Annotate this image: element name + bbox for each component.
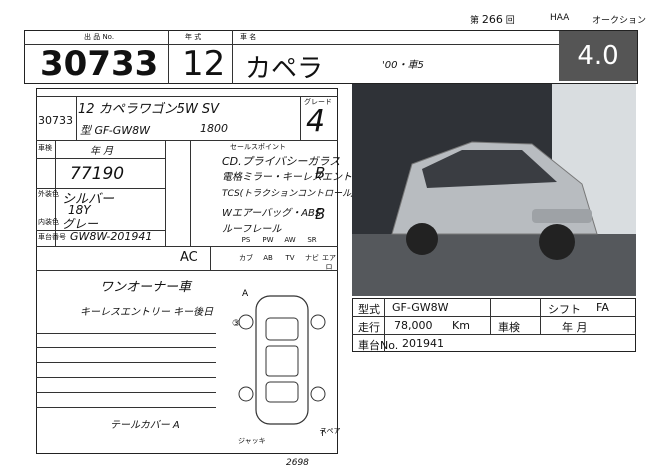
car-photo	[352, 84, 636, 296]
mileage-label: 走行	[358, 321, 380, 334]
sales-point-5: ルーフレール	[222, 224, 282, 235]
sheet-chassis: GW8W-201941	[70, 230, 153, 243]
option-sr: SR	[307, 236, 317, 244]
sales-mark-b2: B	[315, 205, 326, 223]
inspection-label: 車検	[38, 144, 52, 152]
model-year: 12	[182, 44, 226, 84]
tail-cover-note: テールカバー A	[110, 420, 180, 431]
sales-point-2: 電格ミラー・キーレスエントリー	[222, 172, 372, 183]
shift-label: シフト	[548, 303, 581, 316]
option-aw: AW	[284, 236, 296, 244]
sheet-score: 4	[306, 104, 326, 139]
car-name: カペラ	[245, 54, 324, 84]
interior-label: 内装色	[38, 218, 59, 226]
mileage-value: 78,000	[394, 319, 433, 332]
year-label: 年 式	[185, 33, 202, 41]
option-ps: PS	[241, 236, 251, 244]
sheet-displacement: 1800	[200, 122, 228, 135]
lot-number: 30733	[40, 44, 159, 84]
sheet-model-code: 型 GF-GW8W	[80, 124, 150, 137]
header-session: 第 266 回	[470, 13, 515, 26]
chassis-label-table: 車台No.	[358, 339, 399, 352]
mileage-unit: Km	[452, 319, 470, 332]
sheet-model-line: 12 カペラワゴン5W SV	[78, 102, 220, 117]
sheet-lot-number: 30733	[38, 114, 73, 127]
header-auction: オークション	[592, 16, 647, 26]
spare-label: スペア	[320, 427, 341, 435]
header-venue: HAA	[550, 13, 570, 23]
option-navi: ナビ	[305, 254, 319, 262]
auction-grade: 4.0	[559, 31, 637, 81]
option-cab: カブ	[239, 254, 253, 262]
inspection-hand: 年 月	[90, 146, 114, 157]
type-value: GF-GW8W	[392, 301, 449, 314]
shift-value: FA	[596, 301, 609, 314]
sales-mark-b1: B	[315, 164, 326, 182]
svg-text:③: ③	[232, 319, 240, 329]
option-ab: AB	[263, 254, 273, 262]
inspection-value: 年 月	[562, 321, 588, 334]
type-label: 型式	[358, 303, 380, 316]
option-pw: PW	[262, 236, 274, 244]
car-photo-illustration	[352, 84, 636, 296]
svg-text:A: A	[242, 289, 249, 299]
ac-label: AC	[180, 250, 198, 265]
option-tv: TV	[285, 254, 295, 262]
sales-point-label: セールスポイント	[230, 143, 286, 151]
lot-label: 出 品 No.	[84, 33, 115, 41]
sales-point-3: TCS(トラクションコントロール)	[222, 189, 355, 199]
jack-label: ジャッキ	[238, 437, 266, 445]
chassis-label: 車台番号	[38, 233, 66, 241]
sales-point-4: Wエアーバッグ・ABS	[222, 208, 322, 219]
top-note: '00・車5	[382, 60, 424, 71]
name-label: 車 名	[240, 33, 257, 41]
sheet-km: 77190	[70, 164, 125, 184]
car-diagram: A ③ T	[232, 289, 326, 438]
bottom-number: 2698	[286, 458, 309, 468]
chassis-value: 201941	[402, 337, 444, 350]
remarks-keyless: キーレスエントリー キー後日	[80, 307, 214, 318]
remarks-one-owner: ワンオーナー車	[100, 280, 192, 295]
inspection-label-table: 車検	[498, 321, 520, 334]
color-label: 外装色	[38, 190, 59, 198]
